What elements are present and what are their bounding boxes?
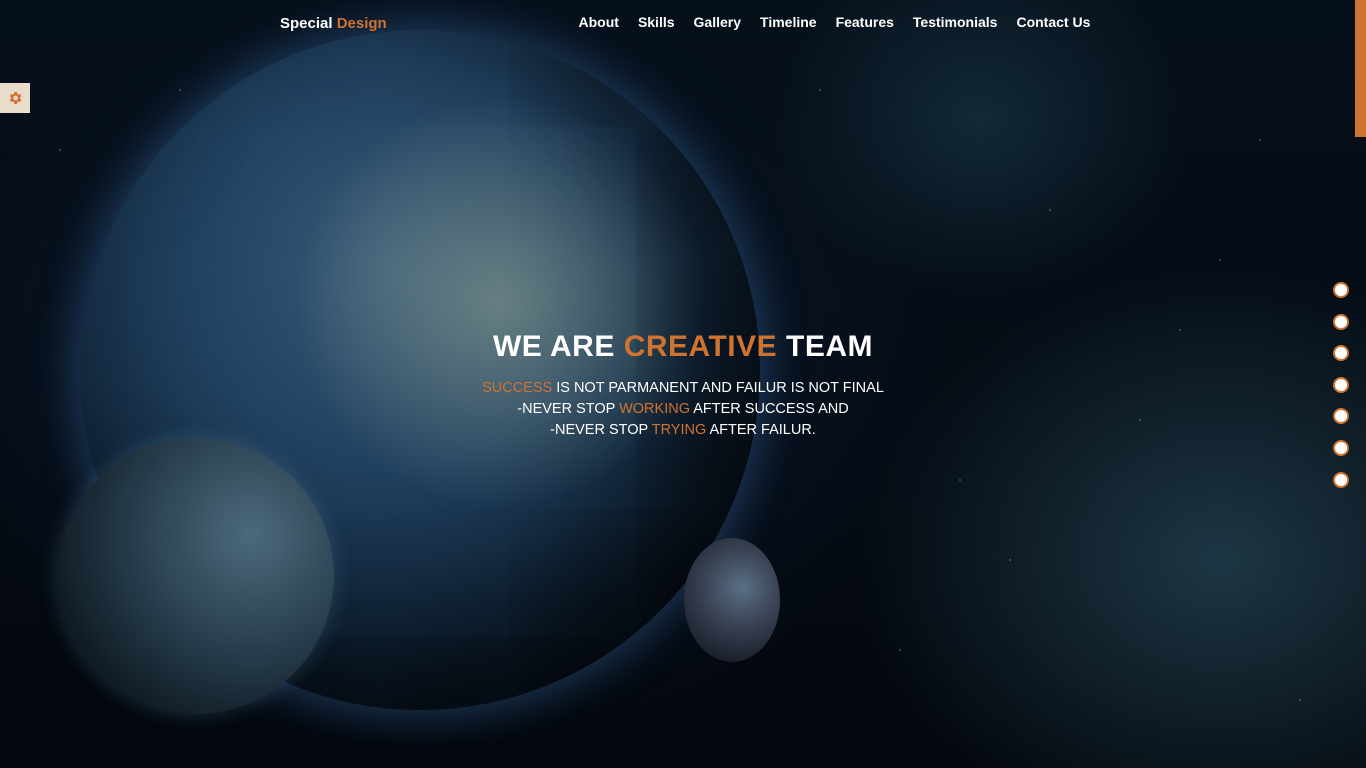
- nav-link-testimonials[interactable]: Testimonials: [903, 14, 1007, 30]
- site-logo[interactable]: Special Design: [280, 15, 387, 32]
- bullet-gallery[interactable]: [1333, 345, 1349, 362]
- bullet-skills[interactable]: [1333, 313, 1349, 330]
- scroll-progress-bar: [1355, 0, 1366, 137]
- hero-line2-accent: WORKING: [619, 401, 690, 417]
- hero-section: WE ARE CREATIVE TEAM SUCCESS IS NOT PARM…: [383, 330, 983, 441]
- bullet-features[interactable]: [1333, 408, 1349, 425]
- gear-icon: [9, 92, 22, 104]
- settings-toggle-button[interactable]: [0, 83, 30, 113]
- bullet-about[interactable]: [1333, 282, 1349, 298]
- hero-line1-rest: IS NOT PARMANENT AND FAILUR IS NOT FINAL: [556, 380, 884, 396]
- nav-link-about[interactable]: About: [569, 14, 628, 30]
- moon-planet-image: [58, 438, 334, 714]
- hero-line2-rest: AFTER SUCCESS AND: [693, 401, 849, 417]
- hero-line-1: SUCCESS IS NOT PARMANENT AND FAILUR IS N…: [383, 378, 983, 399]
- bullet-contact[interactable]: [1333, 471, 1349, 488]
- section-bullets: [1333, 282, 1349, 488]
- hero-line2-start: -NEVER STOP: [517, 401, 616, 417]
- nav-links: About Skills Gallery Timeline Features T…: [569, 14, 1100, 30]
- bullet-testimonials[interactable]: [1333, 439, 1349, 456]
- hero-line3-start: -NEVER STOP: [550, 422, 648, 438]
- hero-title-accent: CREATIVE: [623, 330, 778, 363]
- hero-title: WE ARE CREATIVE TEAM: [383, 330, 983, 364]
- hero-line3-rest: AFTER FAILUR.: [709, 422, 816, 438]
- landing-page: Special Design About Skills Gallery Time…: [0, 0, 1366, 768]
- hero-line-3: -NEVER STOP TRYING AFTER FAILUR.: [383, 420, 983, 441]
- nav-link-contact-us[interactable]: Contact Us: [1007, 14, 1100, 30]
- logo-main-text: Special: [280, 15, 333, 32]
- hero-title-part2: TEAM: [786, 330, 874, 363]
- nav-link-skills[interactable]: Skills: [628, 14, 684, 30]
- bullet-timeline[interactable]: [1333, 376, 1349, 393]
- hero-line3-accent: TRYING: [651, 422, 707, 438]
- hero-line-2: -NEVER STOP WORKING AFTER SUCCESS AND: [383, 399, 983, 420]
- logo-accent-text: Design: [336, 15, 387, 32]
- nav-link-timeline[interactable]: Timeline: [751, 14, 827, 30]
- navbar: Special Design About Skills Gallery Time…: [0, 0, 1366, 46]
- small-planet-image: [684, 538, 780, 662]
- hero-line1-accent: SUCCESS: [482, 380, 553, 396]
- nav-link-features[interactable]: Features: [826, 14, 903, 30]
- nav-link-gallery[interactable]: Gallery: [684, 14, 750, 30]
- hero-title-part1: WE ARE: [492, 330, 615, 363]
